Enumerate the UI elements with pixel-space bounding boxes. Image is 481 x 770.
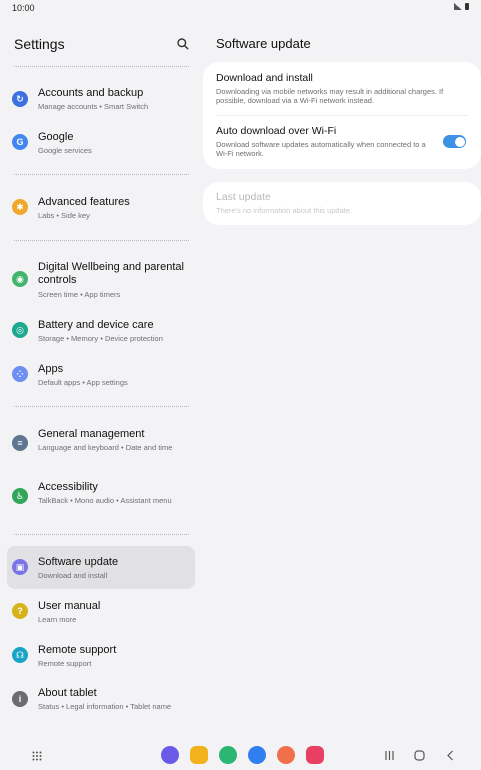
- sidebar-item-label: User manual: [38, 600, 101, 612]
- gear-plus-icon: ✱: [12, 199, 28, 215]
- auto-download-row[interactable]: Auto download over Wi-Fi Download softwa…: [216, 125, 431, 158]
- software-update-icon: ▣: [12, 559, 28, 575]
- google-icon: G: [12, 134, 28, 150]
- sidebar-item-remote-support[interactable]: ☊ Remote support Remote support: [7, 636, 195, 676]
- download-and-install-row[interactable]: Download and install Downloading via mob…: [216, 72, 468, 105]
- download-and-install-label: Download and install: [216, 72, 313, 84]
- signal-icon: [454, 3, 462, 10]
- sidebar-item-label: Accounts and backup: [38, 87, 144, 99]
- section-divider: [14, 534, 189, 535]
- sliders-icon: ≡: [12, 435, 28, 451]
- sidebar-item-subtitle: Status • Legal information • Tablet name: [38, 702, 172, 711]
- row-separator: [216, 115, 468, 116]
- sidebar-item-advanced-features[interactable]: ✱ Advanced features Labs • Side key: [7, 187, 195, 227]
- back-icon[interactable]: [445, 750, 456, 761]
- sidebar-item-label: Software update: [38, 556, 119, 568]
- page-title: Settings: [14, 36, 65, 52]
- auto-download-toggle[interactable]: [443, 135, 466, 148]
- navigation-bar: [0, 742, 481, 770]
- screen-recorder-app-icon[interactable]: [306, 746, 324, 764]
- sidebar-item-label: General management: [38, 428, 145, 440]
- sidebar-item-apps[interactable]: ⁘ Apps Default apps • App settings: [7, 354, 195, 394]
- sidebar-item-user-manual[interactable]: ? User manual Learn more: [7, 592, 195, 632]
- device-care-icon: ◎: [12, 322, 28, 338]
- sidebar-item-subtitle: Language and keyboard • Date and time: [38, 443, 173, 452]
- sidebar-item-general-management[interactable]: ≡ General management Language and keyboa…: [7, 419, 195, 467]
- last-update-label: Last update: [216, 191, 271, 203]
- internet-app-icon[interactable]: [161, 746, 179, 764]
- section-divider: [14, 406, 189, 407]
- battery-icon: [465, 3, 469, 10]
- sidebar-item-subtitle: Download and install: [38, 571, 108, 580]
- phone-app-icon[interactable]: [219, 746, 237, 764]
- auto-download-label: Auto download over Wi-Fi: [216, 125, 337, 137]
- wellbeing-icon: ◉: [12, 271, 28, 287]
- system-icons: [454, 3, 469, 10]
- auto-download-subtitle: Download software updates automatically …: [216, 140, 426, 158]
- headset-icon: ☊: [12, 647, 28, 663]
- manual-icon: ?: [12, 603, 28, 619]
- sidebar-item-subtitle: Remote support: [38, 659, 92, 668]
- my-files-app-icon[interactable]: [190, 746, 208, 764]
- search-icon[interactable]: [176, 37, 190, 51]
- sidebar-item-accounts-and-backup[interactable]: ↻ Accounts and backup Manage accounts • …: [7, 78, 195, 118]
- accessibility-icon: ♿: [12, 488, 28, 504]
- sidebar-item-label: Digital Wellbeing and parental controls: [38, 261, 184, 286]
- apps-icon: ⁘: [12, 366, 28, 382]
- sidebar-item-subtitle: Manage accounts • Smart Switch: [38, 102, 149, 111]
- sidebar-item-subtitle: Storage • Memory • Device protection: [38, 334, 163, 343]
- settings-list-panel: Settings ↻ Accounts and backup Manage ac…: [0, 16, 202, 742]
- section-divider: [14, 240, 189, 241]
- last-update-card: Last update There's no information about…: [203, 182, 481, 225]
- info-icon: i: [12, 691, 28, 707]
- sidebar-item-subtitle: Google services: [38, 146, 92, 155]
- toggle-knob: [454, 136, 465, 147]
- sidebar-item-label: Apps: [38, 363, 64, 375]
- home-icon[interactable]: [414, 750, 425, 761]
- sidebar-item-accessibility[interactable]: ♿ Accessibility TalkBack • Mono audio • …: [7, 473, 195, 521]
- recent-apps-icon[interactable]: [384, 750, 395, 761]
- section-divider: [14, 66, 189, 67]
- sidebar-item-battery-and-device-care[interactable]: ◎ Battery and device care Storage • Memo…: [7, 310, 195, 350]
- app-drawer-icon[interactable]: [32, 751, 42, 761]
- sync-icon: ↻: [12, 91, 28, 107]
- status-bar: 10:00: [0, 0, 481, 16]
- download-and-install-subtitle: Downloading via mobile networks may resu…: [216, 87, 444, 105]
- messages-app-icon[interactable]: [248, 746, 266, 764]
- sidebar-item-subtitle: Labs • Side key: [38, 211, 90, 220]
- status-time: 10:00: [12, 3, 35, 13]
- sidebar-item-subtitle: Screen time • App timers: [38, 290, 121, 299]
- sidebar-item-about-tablet[interactable]: i About tablet Status • Legal informatio…: [7, 679, 195, 727]
- sidebar-item-subtitle: TalkBack • Mono audio • Assistant menu: [38, 496, 172, 505]
- sidebar-item-label: Battery and device care: [38, 319, 154, 331]
- last-update-row[interactable]: Last update There's no information about…: [216, 191, 468, 215]
- update-options-card: Download and install Downloading via mob…: [203, 62, 481, 169]
- last-update-subtitle: There's no information about this update…: [216, 206, 353, 215]
- sidebar-item-subtitle: Learn more: [38, 615, 77, 624]
- sidebar-item-digital-wellbeing[interactable]: ◉ Digital Wellbeing and parental control…: [7, 254, 195, 304]
- sidebar-item-google[interactable]: G Google Google services: [7, 122, 195, 162]
- section-divider: [14, 174, 189, 175]
- sidebar-item-software-update[interactable]: ▣ Software update Download and install: [7, 546, 195, 589]
- sidebar-item-label: Google: [38, 131, 74, 143]
- sidebar-item-label: Advanced features: [38, 196, 130, 208]
- sidebar-item-label: About tablet: [38, 687, 97, 699]
- sidebar-item-label: Remote support: [38, 644, 117, 656]
- contacts-app-icon[interactable]: [277, 746, 295, 764]
- detail-title: Software update: [216, 36, 311, 51]
- sidebar-item-subtitle: Default apps • App settings: [38, 378, 128, 387]
- sidebar-item-label: Accessibility: [38, 481, 98, 493]
